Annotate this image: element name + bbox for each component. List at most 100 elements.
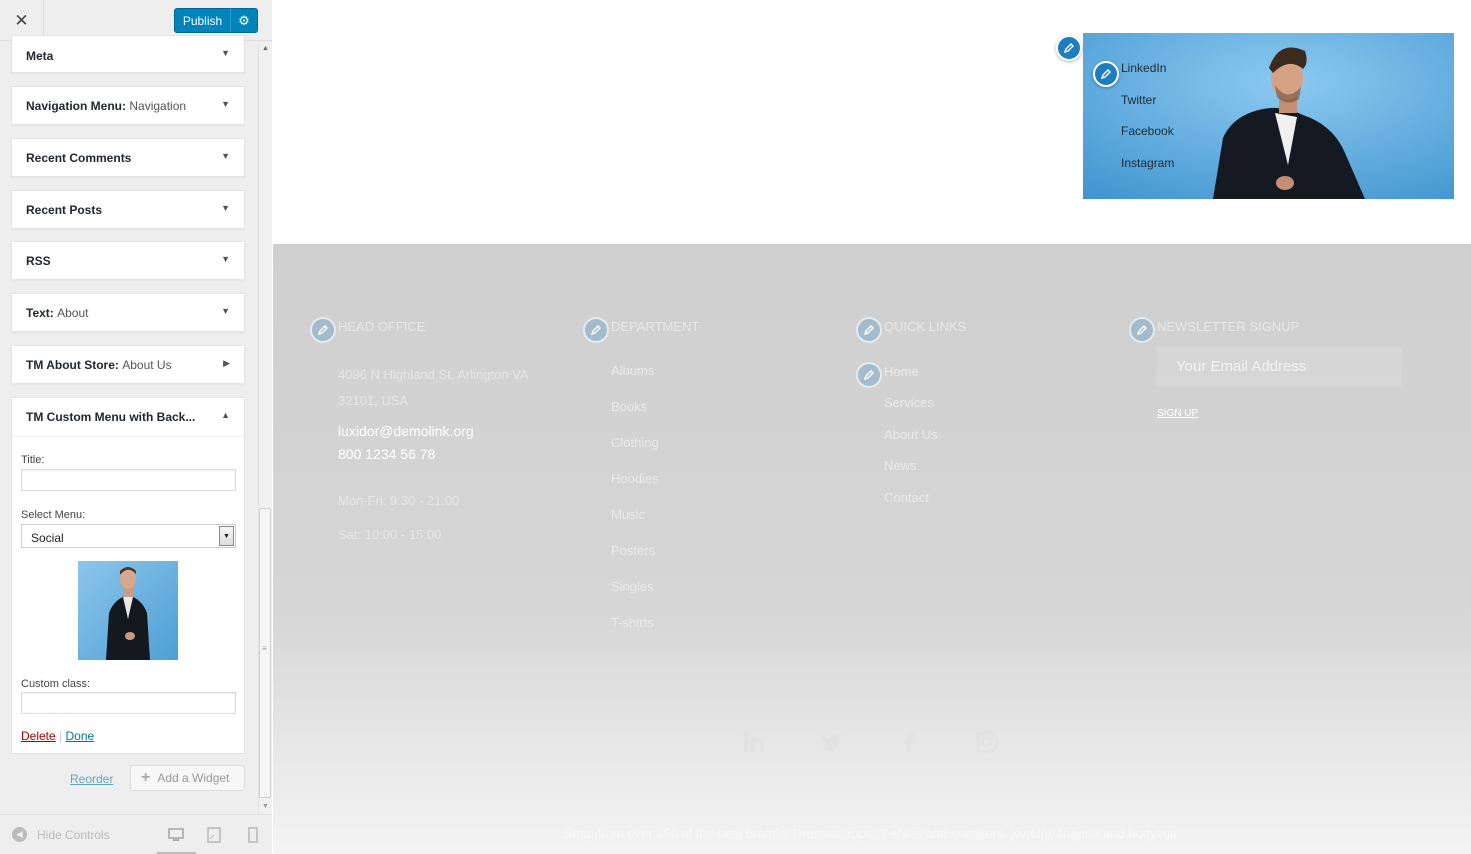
address-line: 4096 N Highland St, Arlington VA: [338, 367, 529, 382]
select-menu-label: Select Menu:: [21, 509, 86, 521]
custom-menu-banner: LinkedIn Twitter Facebook Instagram: [1083, 33, 1454, 199]
quick-link[interactable]: About Us: [884, 427, 937, 442]
edit-shortcut-icon[interactable]: [856, 362, 882, 388]
site-preview: LinkedIn Twitter Facebook Instagram HEAD…: [273, 0, 1471, 854]
quick-links-title: QUICK LINKS: [884, 319, 967, 334]
department-link[interactable]: Albums: [611, 363, 654, 378]
reorder-link[interactable]: Reorder: [70, 772, 113, 786]
head-office-title: HEAD OFFICE: [338, 319, 426, 334]
scroll-up-icon[interactable]: ▲: [259, 42, 272, 56]
widget-title: Recent Posts: [26, 203, 103, 217]
chevron-down-icon: ▼: [219, 526, 234, 546]
quick-link[interactable]: News: [884, 458, 917, 473]
instagram-icon[interactable]: [975, 730, 999, 754]
menu-link-twitter[interactable]: Twitter: [1121, 93, 1174, 125]
widget-title: TM About Store:: [26, 358, 119, 372]
quick-link[interactable]: Services: [884, 395, 934, 410]
publish-button[interactable]: Publish: [174, 8, 231, 33]
newsletter-email-input[interactable]: [1157, 346, 1402, 386]
caret-down-icon: ▼: [221, 151, 230, 161]
widget-title: Recent Comments: [26, 151, 132, 165]
social-menu: LinkedIn Twitter Facebook Instagram: [1121, 61, 1174, 187]
customizer-footer: ◀ Hide Controls: [0, 814, 272, 854]
widget-rss[interactable]: RSS ▼: [11, 241, 245, 280]
caret-down-icon: ▼: [221, 99, 230, 109]
edit-shortcut-icon[interactable]: [1093, 61, 1119, 87]
edit-shortcut-icon[interactable]: [856, 317, 882, 343]
footer-copyright: Shop from over 950 of the best brands. D…: [563, 826, 1181, 841]
caret-right-icon: ▶: [223, 358, 230, 368]
widget-title: RSS: [26, 254, 51, 268]
tablet-icon[interactable]: [206, 827, 222, 843]
site-footer: HEAD OFFICE 4096 N Highland St, Arlingto…: [273, 244, 1471, 854]
widget-meta[interactable]: Meta ▼: [11, 35, 245, 73]
department-link[interactable]: Posters: [611, 543, 655, 558]
done-link[interactable]: Done: [66, 729, 95, 743]
delete-link[interactable]: Delete: [21, 729, 56, 743]
department-link[interactable]: Clothing: [611, 435, 659, 450]
menu-link-facebook[interactable]: Facebook: [1121, 124, 1174, 156]
caret-up-icon: ▲: [221, 410, 230, 420]
widget-navigation-menu[interactable]: Navigation Menu: Navigation ▼: [11, 86, 245, 125]
phone-number: 800 1234 56 78: [338, 446, 436, 462]
widget-title: TM Custom Menu with Back...: [26, 410, 196, 424]
hide-controls-button[interactable]: ◀ Hide Controls: [12, 827, 110, 842]
gear-icon[interactable]: ⚙: [230, 8, 258, 33]
department-link[interactable]: Singles: [611, 579, 654, 594]
quick-link[interactable]: Home: [884, 364, 919, 379]
background-image-thumbnail[interactable]: [78, 561, 178, 660]
edit-shortcut-icon[interactable]: [583, 317, 609, 343]
add-widget-button[interactable]: + Add a Widget: [130, 765, 245, 791]
link-separator: |: [59, 729, 63, 743]
grip-icon: ≡: [262, 644, 267, 653]
widget-tm-custom-menu-expanded: TM Custom Menu with Back... ▲ Title: Sel…: [11, 397, 245, 754]
caret-down-icon: ▼: [221, 48, 230, 58]
sidebar-scrollbar[interactable]: ▲ ≡ ▼: [258, 42, 272, 814]
mobile-icon[interactable]: [245, 827, 261, 843]
twitter-icon[interactable]: [819, 730, 843, 754]
title-input[interactable]: [21, 469, 236, 491]
desktop-icon[interactable]: [168, 827, 184, 843]
custom-class-label: Custom class:: [21, 678, 91, 690]
scroll-down-icon[interactable]: ▼: [259, 800, 272, 814]
quick-link[interactable]: Contact: [884, 490, 929, 505]
hide-controls-label: Hide Controls: [37, 827, 110, 842]
department-link[interactable]: Music: [611, 507, 645, 522]
newsletter-title: NEWSLETTER SIGNUP: [1157, 319, 1300, 334]
widget-recent-comments[interactable]: Recent Comments ▼: [11, 138, 245, 177]
facebook-icon[interactable]: [897, 730, 921, 754]
scrollbar-thumb[interactable]: ≡: [259, 508, 271, 798]
address-line: 32101, USA: [338, 393, 409, 408]
department-link[interactable]: Hoodies: [611, 471, 659, 486]
sign-up-link[interactable]: SIGN UP: [1157, 408, 1198, 419]
add-widget-label: Add a Widget: [157, 771, 230, 785]
department-link[interactable]: T-shirts: [611, 615, 654, 630]
menu-link-instagram[interactable]: Instagram: [1121, 156, 1174, 188]
menu-link-linkedin[interactable]: LinkedIn: [1121, 61, 1174, 93]
widget-subtitle: About Us: [122, 358, 172, 372]
edit-shortcut-icon[interactable]: [310, 317, 336, 343]
widget-recent-posts[interactable]: Recent Posts ▼: [11, 190, 245, 229]
select-menu-value: Social: [31, 531, 64, 545]
collapse-icon: ◀: [12, 827, 27, 842]
caret-down-icon: ▼: [221, 203, 230, 213]
widget-tm-about-store[interactable]: TM About Store: About Us ▶: [11, 345, 245, 384]
department-link[interactable]: Books: [611, 399, 647, 414]
linkedin-icon[interactable]: [742, 730, 766, 754]
widget-header[interactable]: TM Custom Menu with Back... ▲: [12, 398, 244, 437]
widget-title: Meta: [26, 49, 54, 63]
widget-text-about[interactable]: Text: About ▼: [11, 293, 245, 332]
select-menu-dropdown[interactable]: Social ▼: [21, 524, 236, 548]
man-in-suit-photo: [78, 561, 178, 660]
title-label: Title:: [21, 454, 45, 466]
department-title: DEPARTMENT: [611, 319, 700, 334]
custom-class-input[interactable]: [21, 692, 236, 714]
opening-hours: Sat: 10:00 - 15:00: [338, 527, 442, 542]
edit-shortcut-icon[interactable]: [1056, 35, 1082, 61]
edit-shortcut-icon[interactable]: [1129, 317, 1155, 343]
widget-subtitle: About: [57, 306, 89, 320]
customizer-sidebar: ✕ Publish ⚙ Meta ▼ Navigation Menu: Navi…: [0, 0, 272, 854]
widget-subtitle: Navigation: [129, 99, 187, 113]
plus-icon: +: [141, 769, 151, 786]
widget-title: Navigation Menu:: [26, 99, 127, 113]
